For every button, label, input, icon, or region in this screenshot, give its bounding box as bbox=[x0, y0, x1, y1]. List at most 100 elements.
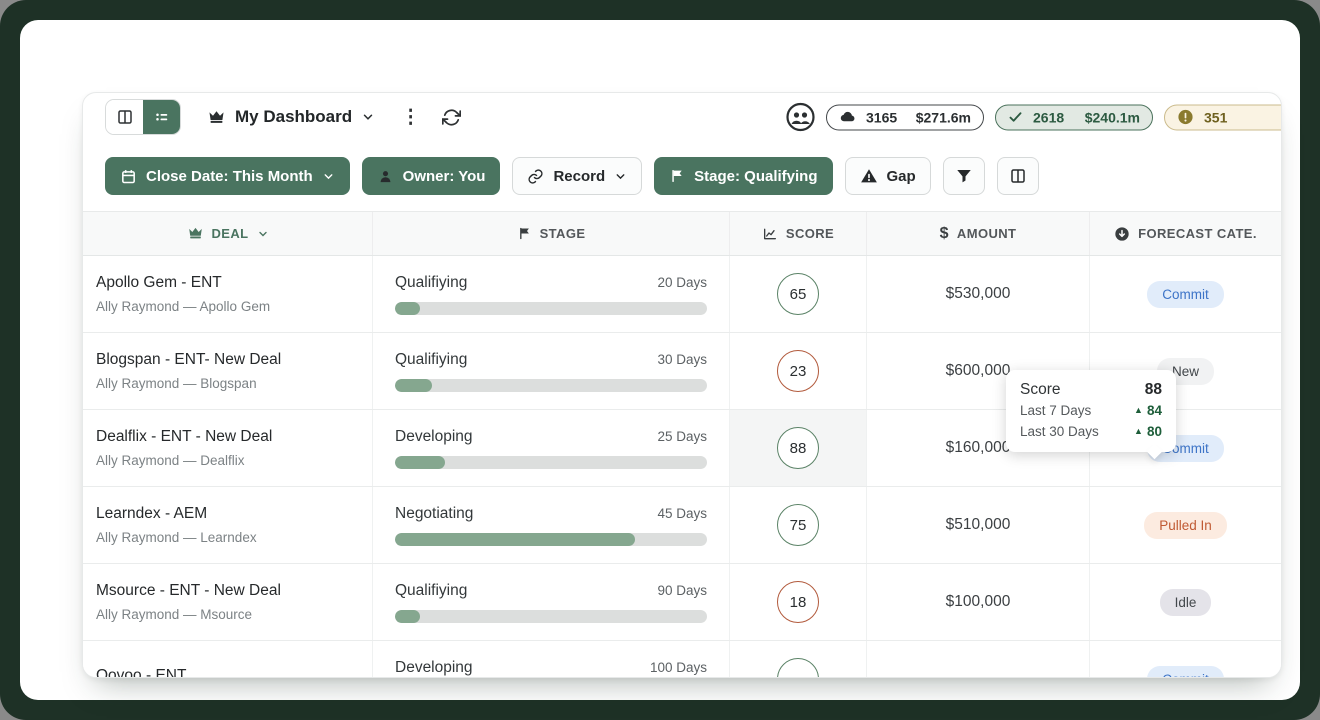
column-header-deal[interactable]: DEAL bbox=[83, 212, 373, 255]
score-cell[interactable] bbox=[730, 641, 867, 678]
score-cell[interactable]: 75 bbox=[730, 487, 867, 563]
column-header-amount[interactable]: $ AMOUNT bbox=[867, 212, 1090, 255]
score-circle[interactable]: 88 bbox=[777, 427, 819, 469]
forecast-badge: Pulled In bbox=[1144, 512, 1227, 539]
amount-value: $530,000 bbox=[946, 285, 1011, 303]
calendar-icon bbox=[120, 168, 137, 185]
column-header-score[interactable]: SCORE bbox=[730, 212, 867, 255]
stage-days: 90 Days bbox=[657, 583, 707, 598]
stat-pill-committed[interactable]: 2618 $240.1m bbox=[995, 104, 1153, 130]
column-settings-button[interactable] bbox=[997, 157, 1039, 195]
score-cell[interactable]: 23 bbox=[730, 333, 867, 409]
columns-icon bbox=[1009, 167, 1027, 185]
app-frame: My Dashboard ⋮ bbox=[0, 0, 1320, 720]
stage-name: Qualifiying bbox=[395, 274, 467, 292]
chevron-down-icon bbox=[361, 110, 375, 124]
board-view-button[interactable] bbox=[106, 100, 143, 134]
forecast-badge: Commit bbox=[1147, 666, 1224, 679]
stat-count: 351 bbox=[1204, 109, 1227, 125]
filter-label: Owner: You bbox=[403, 168, 486, 185]
dashboard-title-group[interactable]: My Dashboard bbox=[207, 107, 375, 127]
column-header-stage[interactable]: STAGE bbox=[373, 212, 730, 255]
chevron-down-icon bbox=[322, 170, 335, 183]
stage-name: Developing bbox=[395, 428, 473, 446]
list-view-button[interactable] bbox=[143, 100, 180, 134]
tooltip-value: 84 bbox=[1147, 400, 1162, 421]
card-header: My Dashboard ⋮ bbox=[83, 93, 1281, 141]
filter-funnel-button[interactable] bbox=[943, 157, 985, 195]
filter-stage[interactable]: Stage: Qualifying bbox=[654, 157, 832, 195]
score-cell[interactable]: 88 bbox=[730, 410, 867, 486]
table-row[interactable]: Msource - ENT - New Deal Ally Raymond — … bbox=[83, 564, 1281, 641]
alert-circle-icon bbox=[1177, 109, 1194, 126]
stage-progress-fill bbox=[395, 610, 420, 623]
stage-days: 45 Days bbox=[657, 506, 707, 521]
deal-name: Blogspan - ENT- New Deal bbox=[96, 351, 281, 369]
filter-record[interactable]: Record bbox=[512, 157, 642, 195]
table-row[interactable]: Oovoo - ENT Developing 100 Days bbox=[83, 641, 1281, 678]
column-header-forecast[interactable]: FORECAST CATE. bbox=[1090, 212, 1281, 255]
flag-icon bbox=[669, 168, 685, 184]
arrow-down-circle-icon bbox=[1114, 226, 1130, 242]
table-header: DEAL STAGE SCORE bbox=[83, 211, 1281, 256]
deal-cell[interactable]: Blogspan - ENT- New Deal Ally Raymond — … bbox=[83, 333, 373, 409]
chevron-down-icon bbox=[614, 170, 627, 183]
stage-progress-fill bbox=[395, 302, 420, 315]
stat-amount: $240.1m bbox=[1085, 109, 1140, 125]
link-icon bbox=[527, 168, 544, 185]
stage-progress-track bbox=[395, 610, 707, 623]
amount-value: $600,000 bbox=[946, 362, 1011, 380]
score-circle[interactable] bbox=[777, 658, 819, 678]
warning-triangle-icon bbox=[860, 167, 878, 185]
deal-cell[interactable]: Learndex - AEM Ally Raymond — Learndex bbox=[83, 487, 373, 563]
score-cell[interactable]: 65 bbox=[730, 256, 867, 332]
score-cell[interactable]: 18 bbox=[730, 564, 867, 640]
column-label: SCORE bbox=[786, 226, 834, 241]
forecast-cell: Idle bbox=[1090, 564, 1281, 640]
deal-cell[interactable]: Apollo Gem - ENT Ally Raymond — Apollo G… bbox=[83, 256, 373, 332]
score-circle[interactable]: 23 bbox=[777, 350, 819, 392]
filter-owner[interactable]: Owner: You bbox=[362, 157, 501, 195]
deal-cell[interactable]: Msource - ENT - New Deal Ally Raymond — … bbox=[83, 564, 373, 640]
stage-progress-fill bbox=[395, 456, 445, 469]
tooltip-label: Last 7 Days bbox=[1020, 400, 1091, 421]
amount-value: $510,000 bbox=[946, 516, 1011, 534]
filter-close-date[interactable]: Close Date: This Month bbox=[105, 157, 350, 195]
stage-cell: Negotiating 45 Days bbox=[373, 487, 730, 563]
crown-icon bbox=[207, 108, 226, 127]
column-label: AMOUNT bbox=[957, 226, 1016, 241]
refresh-button[interactable] bbox=[442, 108, 461, 127]
deal-cell[interactable]: Dealflix - ENT - New Deal Ally Raymond —… bbox=[83, 410, 373, 486]
stat-pill-total[interactable]: 3165 $271.6m bbox=[826, 104, 984, 130]
stage-days: 20 Days bbox=[657, 275, 707, 290]
tooltip-title: Score bbox=[1020, 379, 1061, 400]
stat-pill-risk[interactable]: 351 $2 bbox=[1164, 104, 1282, 130]
team-avatar-icon[interactable] bbox=[786, 103, 815, 132]
app-panel: My Dashboard ⋮ bbox=[20, 20, 1300, 700]
score-circle[interactable]: 75 bbox=[777, 504, 819, 546]
score-circle[interactable]: 18 bbox=[777, 581, 819, 623]
score-circle[interactable]: 65 bbox=[777, 273, 819, 315]
columns-icon bbox=[116, 108, 134, 126]
stage-progress-track bbox=[395, 379, 707, 392]
tooltip-label: Last 30 Days bbox=[1020, 421, 1099, 442]
filter-label: Record bbox=[553, 168, 605, 185]
stage-cell: Developing 100 Days bbox=[373, 641, 730, 678]
deal-name: Apollo Gem - ENT bbox=[96, 274, 222, 292]
amount-value: $100,000 bbox=[946, 593, 1011, 611]
list-icon bbox=[153, 108, 171, 126]
deal-owner: Ally Raymond — Apollo Gem bbox=[96, 299, 270, 314]
stage-progress-track bbox=[395, 533, 707, 546]
amount-cell bbox=[867, 641, 1090, 678]
deal-cell[interactable]: Oovoo - ENT bbox=[83, 641, 373, 678]
table-row[interactable]: Learndex - AEM Ally Raymond — Learndex N… bbox=[83, 487, 1281, 564]
deal-owner: Ally Raymond — Dealflix bbox=[96, 453, 245, 468]
column-label: DEAL bbox=[212, 226, 249, 241]
filter-gap[interactable]: Gap bbox=[845, 157, 931, 195]
table-row[interactable]: Apollo Gem - ENT Ally Raymond — Apollo G… bbox=[83, 256, 1281, 333]
stage-days: 25 Days bbox=[657, 429, 707, 444]
stage-progress-track bbox=[395, 302, 707, 315]
summary-stats: 3165 $271.6m 2618 $240.1m bbox=[786, 103, 1282, 132]
stage-name: Qualifiying bbox=[395, 351, 467, 369]
more-options-button[interactable]: ⋮ bbox=[401, 106, 420, 129]
